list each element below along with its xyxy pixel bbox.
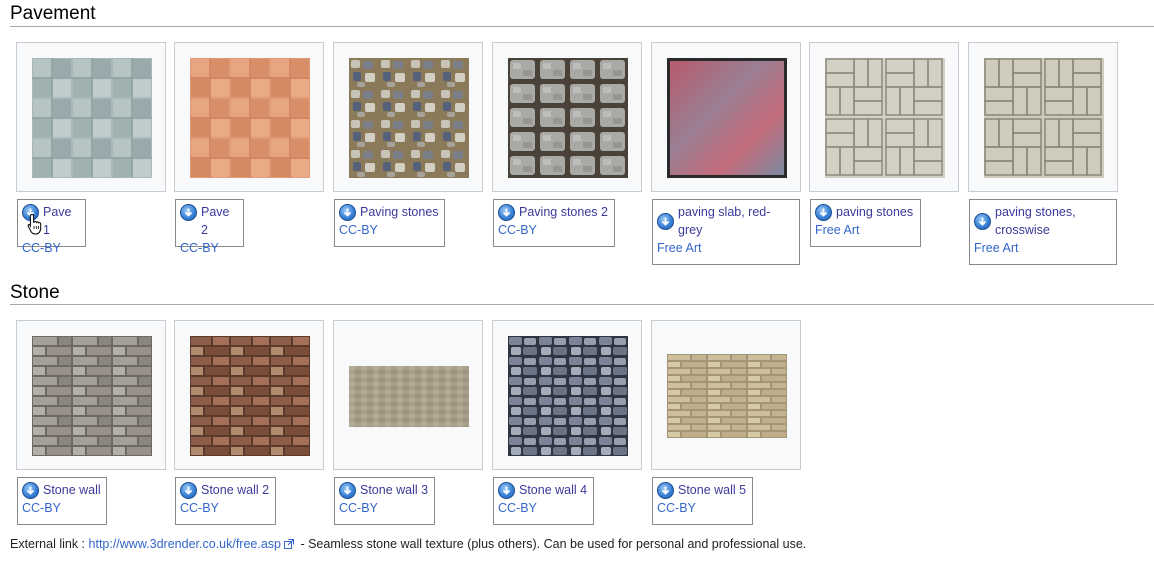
license-link[interactable]: CC-BY xyxy=(657,499,748,517)
license-link[interactable]: CC-BY xyxy=(498,499,589,517)
caption-stone-wall: Stone wall CC-BY xyxy=(17,477,107,525)
license-link[interactable]: Free Art xyxy=(657,239,795,257)
license-link[interactable]: CC-BY xyxy=(180,499,271,517)
download-icon[interactable] xyxy=(180,482,197,499)
license-link[interactable]: CC-BY xyxy=(339,499,430,517)
download-icon[interactable] xyxy=(339,482,356,499)
texture-image xyxy=(667,354,787,438)
external-link[interactable]: http://www.3drender.co.uk/free.asp xyxy=(89,537,281,551)
texture-image xyxy=(349,58,469,178)
file-title-link[interactable]: paving stones xyxy=(836,203,913,221)
download-icon[interactable] xyxy=(22,482,39,499)
license-link[interactable]: CC-BY xyxy=(22,499,102,517)
license-link[interactable]: CC-BY xyxy=(22,239,81,257)
texture-image xyxy=(190,336,310,456)
download-icon[interactable] xyxy=(498,204,515,221)
texture-image xyxy=(32,58,152,178)
external-link-prefix: External link : xyxy=(10,537,89,551)
external-link-description: - Seamless stone wall texture (plus othe… xyxy=(296,537,807,551)
thumbnail-pave-2[interactable] xyxy=(174,42,324,192)
file-title-link[interactable]: Stone wall 4 xyxy=(519,481,587,499)
file-title-link[interactable]: Stone wall xyxy=(43,481,101,499)
file-title-link[interactable]: paving stones, crosswise xyxy=(995,203,1076,239)
file-title-link[interactable]: Stone wall 3 xyxy=(360,481,428,499)
thumbnail-pave-1[interactable] xyxy=(16,42,166,192)
external-link-line: External link : http://www.3drender.co.u… xyxy=(10,537,806,551)
texture-image xyxy=(32,336,152,456)
section-title-pavement: Pavement xyxy=(10,3,96,24)
file-title-link[interactable]: Paving stones xyxy=(360,203,439,221)
caption-stone-wall-4: Stone wall 4 CC-BY xyxy=(493,477,594,525)
download-icon[interactable] xyxy=(974,213,991,230)
license-link[interactable]: Free Art xyxy=(815,221,916,239)
texture-image xyxy=(190,58,310,178)
caption-paving-stones-2: Paving stones 2 CC-BY xyxy=(493,199,615,247)
download-icon[interactable] xyxy=(498,482,515,499)
texture-image xyxy=(508,58,628,178)
texture-image xyxy=(984,58,1104,178)
file-title-link[interactable]: Stone wall 5 xyxy=(678,481,746,499)
hand-pointer-icon xyxy=(27,213,42,235)
license-link[interactable]: CC-BY xyxy=(180,239,239,257)
thumbnail-stone-wall-4[interactable] xyxy=(492,320,642,470)
texture-image xyxy=(825,58,945,178)
thumbnail-paving-stones-2[interactable] xyxy=(492,42,642,192)
texture-image xyxy=(508,336,628,456)
download-icon[interactable] xyxy=(657,482,674,499)
texture-image xyxy=(667,58,787,178)
license-link[interactable]: CC-BY xyxy=(498,221,610,239)
caption-paving-stones-blocks: paving stones Free Art xyxy=(810,199,921,247)
download-icon[interactable] xyxy=(339,204,356,221)
section-divider xyxy=(10,26,1154,27)
thumbnail-stone-wall-5[interactable] xyxy=(651,320,801,470)
thumbnail-paving-stones-blocks[interactable] xyxy=(809,42,959,192)
license-link[interactable]: Free Art xyxy=(974,239,1112,257)
license-link[interactable]: CC-BY xyxy=(339,221,440,239)
caption-stone-wall-2: Stone wall 2 CC-BY xyxy=(175,477,276,525)
file-title-link[interactable]: Paving stones 2 xyxy=(519,203,608,221)
download-icon[interactable] xyxy=(180,204,197,221)
thumbnail-paving-stones-crosswise[interactable] xyxy=(968,42,1118,192)
file-title-link[interactable]: paving slab, red-grey xyxy=(678,203,770,239)
file-title-link[interactable]: Stone wall 2 xyxy=(201,481,269,499)
thumbnail-paving-slab-red-grey[interactable] xyxy=(651,42,801,192)
thumbnail-stone-wall-3[interactable] xyxy=(333,320,483,470)
thumbnail-stone-wall-2[interactable] xyxy=(174,320,324,470)
download-icon[interactable] xyxy=(657,213,674,230)
caption-stone-wall-5: Stone wall 5 CC-BY xyxy=(652,477,753,525)
thumbnail-stone-wall[interactable] xyxy=(16,320,166,470)
section-title-stone: Stone xyxy=(10,282,60,303)
external-link-icon xyxy=(283,539,294,549)
thumbnail-paving-stones[interactable] xyxy=(333,42,483,192)
caption-paving-slab-red-grey: paving slab, red-grey Free Art xyxy=(652,199,800,265)
section-divider xyxy=(10,304,1154,305)
download-icon[interactable] xyxy=(815,204,832,221)
caption-pave-2: Pave 2 CC-BY xyxy=(175,199,244,255)
file-title-link[interactable]: Pave 2 xyxy=(201,203,239,239)
caption-stone-wall-3: Stone wall 3 CC-BY xyxy=(334,477,435,525)
caption-paving-stones: Paving stones CC-BY xyxy=(334,199,445,247)
texture-image xyxy=(349,366,469,427)
file-title-link[interactable]: Pave 1 xyxy=(43,203,81,239)
caption-paving-stones-crosswise: paving stones, crosswise Free Art xyxy=(969,199,1117,265)
